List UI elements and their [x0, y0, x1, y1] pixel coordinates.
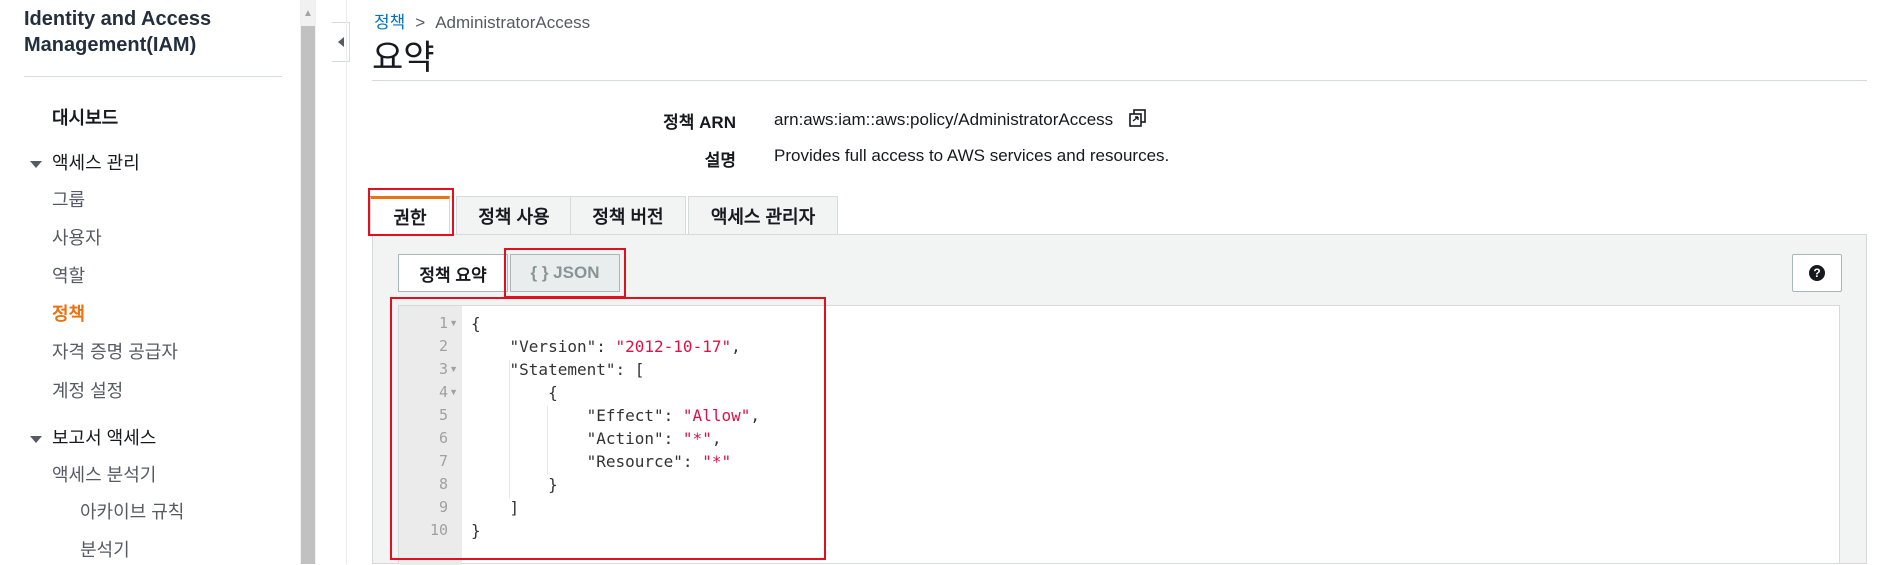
scroll-up-arrow-icon[interactable]: ▲ [300, 8, 316, 24]
page-title: 요약 [372, 39, 435, 77]
code-text: "Action": [471, 429, 683, 448]
line-number: 9 [438, 498, 448, 516]
code-line-8: } [471, 475, 558, 494]
code-text: , [731, 337, 741, 356]
sidebar-item-policies[interactable]: 정책 [52, 300, 85, 326]
sidebar-item-users[interactable]: 사용자 [52, 224, 102, 250]
line-number: 5 [438, 406, 448, 424]
sidebar-section-access-reports[interactable]: 보고서 액세스 [30, 424, 156, 450]
copy-icon[interactable] [1128, 108, 1148, 133]
tab-policy-usage[interactable]: 정책 사용 [456, 196, 572, 234]
caret-down-icon [30, 435, 42, 443]
code-text: } [471, 521, 481, 540]
caret-down-icon [30, 160, 42, 168]
line-number: 4 [438, 383, 448, 401]
policy-arn-value: arn:aws:iam::aws:policy/AdministratorAcc… [774, 109, 1114, 129]
code-text: { [471, 383, 558, 402]
sidebar-item-analyzers[interactable]: 분석기 [80, 536, 130, 562]
code-line-5: "Effect": "Allow", [471, 406, 760, 425]
sidebar: Identity and Access Management(IAM) 대시보드… [0, 0, 300, 564]
sidebar-divider [24, 76, 282, 77]
code-text: { [471, 314, 481, 333]
code-line-7: "Resource": "*" [471, 452, 732, 471]
line-number: 10 [429, 521, 448, 539]
code-text: ] [471, 498, 520, 517]
code-text: "Effect": [471, 406, 683, 425]
line-number: 3 [438, 360, 448, 378]
title-divider [372, 80, 1867, 81]
sidebar-scroll-thumb[interactable] [301, 26, 315, 564]
tab-permissions[interactable]: 권한 [370, 196, 450, 234]
sidebar-item-groups[interactable]: 그룹 [52, 186, 85, 212]
code-line-4: { [471, 383, 558, 402]
description-label: 설명 [704, 151, 736, 170]
code-string: "*" [702, 452, 732, 471]
code-text: "Resource": [471, 452, 703, 471]
line-number: 8 [438, 475, 448, 493]
caret-left-icon [337, 37, 344, 47]
tab-policy-versions[interactable]: 정책 버전 [570, 196, 686, 234]
sidebar-title: Identity and Access Management(IAM) [24, 8, 212, 56]
line-number: 1 [438, 314, 448, 332]
policy-arn-label: 정책 ARN [663, 113, 736, 132]
tab-access-advisor[interactable]: 액세스 관리자 [688, 196, 838, 234]
code-line-1: { [471, 314, 481, 333]
sidebar-item-access-analyzer[interactable]: 액세스 분석기 [52, 461, 156, 487]
policy-arn-row: arn:aws:iam::aws:policy/AdministratorAcc… [774, 108, 1148, 133]
code-text: , [750, 406, 760, 425]
fold-arrow-icon[interactable]: ▼ [449, 364, 458, 374]
sidebar-section-label: 액세스 관리 [52, 153, 140, 173]
json-editor[interactable]: 1 ▼ 2 3 ▼ 4 ▼ 5 6 7 8 9 10 { "Version": … [398, 305, 1840, 565]
description-value: Provides full access to AWS services and… [774, 146, 1170, 165]
sidebar-item-dashboard[interactable]: 대시보드 [52, 104, 118, 130]
breadcrumb-current: AdministratorAccess [435, 13, 591, 32]
question-circle-icon: ? [1809, 265, 1825, 281]
code-line-6: "Action": "*", [471, 429, 722, 448]
code-text: "Statement": [ [471, 360, 645, 379]
json-view-button[interactable]: { } JSON [510, 254, 620, 292]
line-number: 2 [438, 337, 448, 355]
fold-arrow-icon[interactable]: ▼ [449, 318, 458, 328]
code-string: "Allow" [682, 406, 751, 425]
code-text: "Version": [471, 337, 616, 356]
code-string: "*" [682, 429, 712, 448]
sidebar-section-label: 보고서 액세스 [52, 428, 157, 448]
code-line-10: } [471, 521, 481, 540]
help-button[interactable]: ? [1792, 254, 1842, 292]
sidebar-item-archive-rules[interactable]: 아카이브 규칙 [80, 498, 184, 524]
line-number: 6 [438, 429, 448, 447]
sidebar-item-roles[interactable]: 역할 [52, 262, 85, 288]
line-number: 7 [438, 452, 448, 470]
editor-gutter: 1 ▼ 2 3 ▼ 4 ▼ 5 6 7 8 9 10 [399, 306, 462, 565]
code-text: , [711, 429, 722, 448]
code-line-3: "Statement": [ [471, 360, 645, 379]
sidebar-item-account-settings[interactable]: 계정 설정 [52, 377, 123, 403]
sidebar-section-access-management[interactable]: 액세스 관리 [30, 149, 140, 175]
collapse-sidebar-button[interactable] [332, 22, 350, 62]
code-line-2: "Version": "2012-10-17", [471, 337, 741, 356]
content-border [346, 0, 347, 564]
code-text: } [471, 475, 558, 494]
sidebar-item-identity-providers[interactable]: 자격 증명 공급자 [52, 338, 178, 364]
policy-summary-button[interactable]: 정책 요약 [398, 254, 508, 292]
fold-arrow-icon[interactable]: ▼ [449, 387, 458, 397]
code-string: "2012-10-17" [615, 337, 732, 356]
code-line-9: ] [471, 498, 520, 517]
